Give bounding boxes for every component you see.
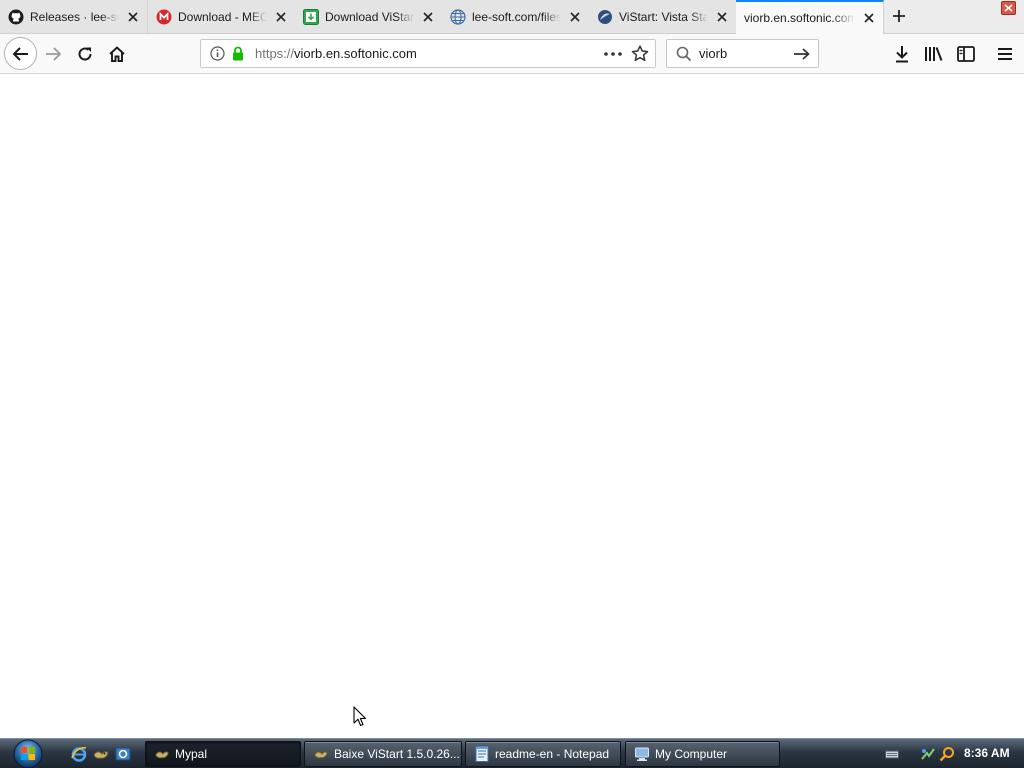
- close-icon: [1004, 4, 1013, 12]
- window-close-button[interactable]: [1001, 1, 1016, 15]
- tab-softonic-active[interactable]: viorb.en.softonic.com: [736, 0, 884, 34]
- sidebar-toggle-button[interactable]: [954, 42, 978, 66]
- tab-title: ViStart: Vista Start Menu: [619, 9, 708, 24]
- taskbar-button-my-computer[interactable]: My Computer: [625, 741, 780, 767]
- tab-title: Releases · lee-soft/ViStart: [30, 9, 119, 24]
- url-host: viorb.en.softonic.com: [294, 46, 417, 61]
- taskbar-button-notepad[interactable]: readme-en - Notepad: [465, 741, 621, 767]
- notepad-icon: [474, 746, 490, 762]
- download-arrow-icon: [896, 46, 908, 63]
- ie-alt-icon[interactable]: [114, 745, 132, 763]
- taskbar-button-mypal[interactable]: Mypal: [145, 741, 301, 767]
- menu-button[interactable]: [993, 42, 1017, 66]
- search-bar[interactable]: [666, 39, 819, 68]
- windows-orb-icon: [13, 739, 43, 768]
- navigation-toolbar: https://viorb.en.softonic.com: [0, 34, 1024, 74]
- close-tab-icon[interactable]: [125, 9, 141, 25]
- home-icon: [109, 46, 125, 62]
- github-icon: [8, 9, 24, 25]
- plus-icon: [893, 10, 905, 22]
- lock-icon[interactable]: [231, 46, 245, 62]
- arrow-right-icon: [794, 47, 810, 60]
- home-button[interactable]: [104, 41, 130, 67]
- back-button[interactable]: [4, 37, 37, 70]
- taskbar-button-label: readme-en - Notepad: [495, 747, 610, 761]
- search-input[interactable]: [699, 46, 789, 61]
- tab-vistart-menu[interactable]: ViStart: Vista Start Menu: [589, 0, 737, 33]
- mega-icon: [156, 9, 172, 25]
- forward-arrow-icon: [46, 47, 62, 61]
- search-icon[interactable]: [675, 45, 693, 63]
- close-tab-icon[interactable]: [567, 9, 583, 25]
- search-go-button[interactable]: [792, 44, 812, 64]
- url-prefix: https://: [255, 46, 295, 61]
- close-tab-icon[interactable]: [273, 9, 289, 25]
- tab-title: Download - MEGA: [178, 9, 267, 24]
- taskbar-button-label: Mypal: [175, 747, 208, 761]
- mouse-pointer-icon: [353, 706, 367, 728]
- tab-lee-soft-files[interactable]: lee-soft.com/files: [442, 0, 590, 33]
- back-arrow-icon: [12, 46, 28, 61]
- info-icon[interactable]: [209, 46, 225, 62]
- mypal-icon[interactable]: [92, 745, 110, 763]
- library-button[interactable]: [922, 42, 946, 66]
- computer-icon: [634, 746, 650, 762]
- sidebar-icon: [957, 46, 975, 62]
- start-button[interactable]: [10, 738, 46, 768]
- forward-button[interactable]: [40, 41, 66, 67]
- bookmark-star-button[interactable]: [629, 44, 651, 64]
- globe-icon: [450, 8, 466, 25]
- network-tray-icon[interactable]: [920, 746, 936, 762]
- download-site-icon: [303, 8, 319, 25]
- tab-download-vistart[interactable]: Download ViStart: [295, 0, 443, 33]
- url-bar[interactable]: https://viorb.en.softonic.com: [200, 39, 656, 68]
- more-dots-icon: [604, 51, 622, 56]
- taskbar-button-baixe-vistart[interactable]: Baixe ViStart 1.5.0.26...: [304, 741, 462, 767]
- library-icon: [925, 47, 943, 61]
- page-actions-button[interactable]: [601, 44, 625, 64]
- downloads-button[interactable]: [890, 42, 914, 66]
- search-tray-icon[interactable]: [939, 746, 955, 762]
- reload-icon: [78, 47, 92, 61]
- tab-title: lee-soft.com/files: [472, 9, 561, 24]
- tab-strip: Releases · lee-soft/ViStart Download - M…: [0, 0, 1024, 34]
- close-tab-icon[interactable]: [420, 9, 436, 25]
- taskbar: Mypal Baixe ViStart 1.5.0.26... readme-e…: [0, 738, 1024, 768]
- tab-releases[interactable]: Releases · lee-soft/ViStart: [0, 0, 148, 33]
- reload-button[interactable]: [72, 41, 98, 67]
- page-content[interactable]: [0, 74, 1024, 738]
- tab-title: viorb.en.softonic.com: [744, 11, 855, 25]
- mypal-icon: [154, 746, 170, 762]
- close-tab-icon[interactable]: [861, 10, 877, 26]
- new-tab-button[interactable]: [888, 5, 910, 27]
- tab-mega[interactable]: Download - MEGA: [148, 0, 296, 33]
- tab-title: Download ViStart: [325, 9, 414, 24]
- taskbar-button-label: Baixe ViStart 1.5.0.26...: [334, 747, 460, 761]
- taskbar-clock[interactable]: 8:36 AM: [964, 746, 1010, 760]
- url-text[interactable]: https://viorb.en.softonic.com: [255, 46, 601, 61]
- internet-explorer-icon[interactable]: [70, 745, 88, 763]
- star-icon: [631, 45, 649, 62]
- keyboard-tray-icon[interactable]: [884, 746, 900, 762]
- mypal-icon: [313, 746, 329, 762]
- taskbar-button-label: My Computer: [655, 747, 728, 761]
- vistart-icon: [597, 9, 613, 25]
- hamburger-menu-icon: [998, 48, 1012, 60]
- close-tab-icon[interactable]: [714, 9, 730, 25]
